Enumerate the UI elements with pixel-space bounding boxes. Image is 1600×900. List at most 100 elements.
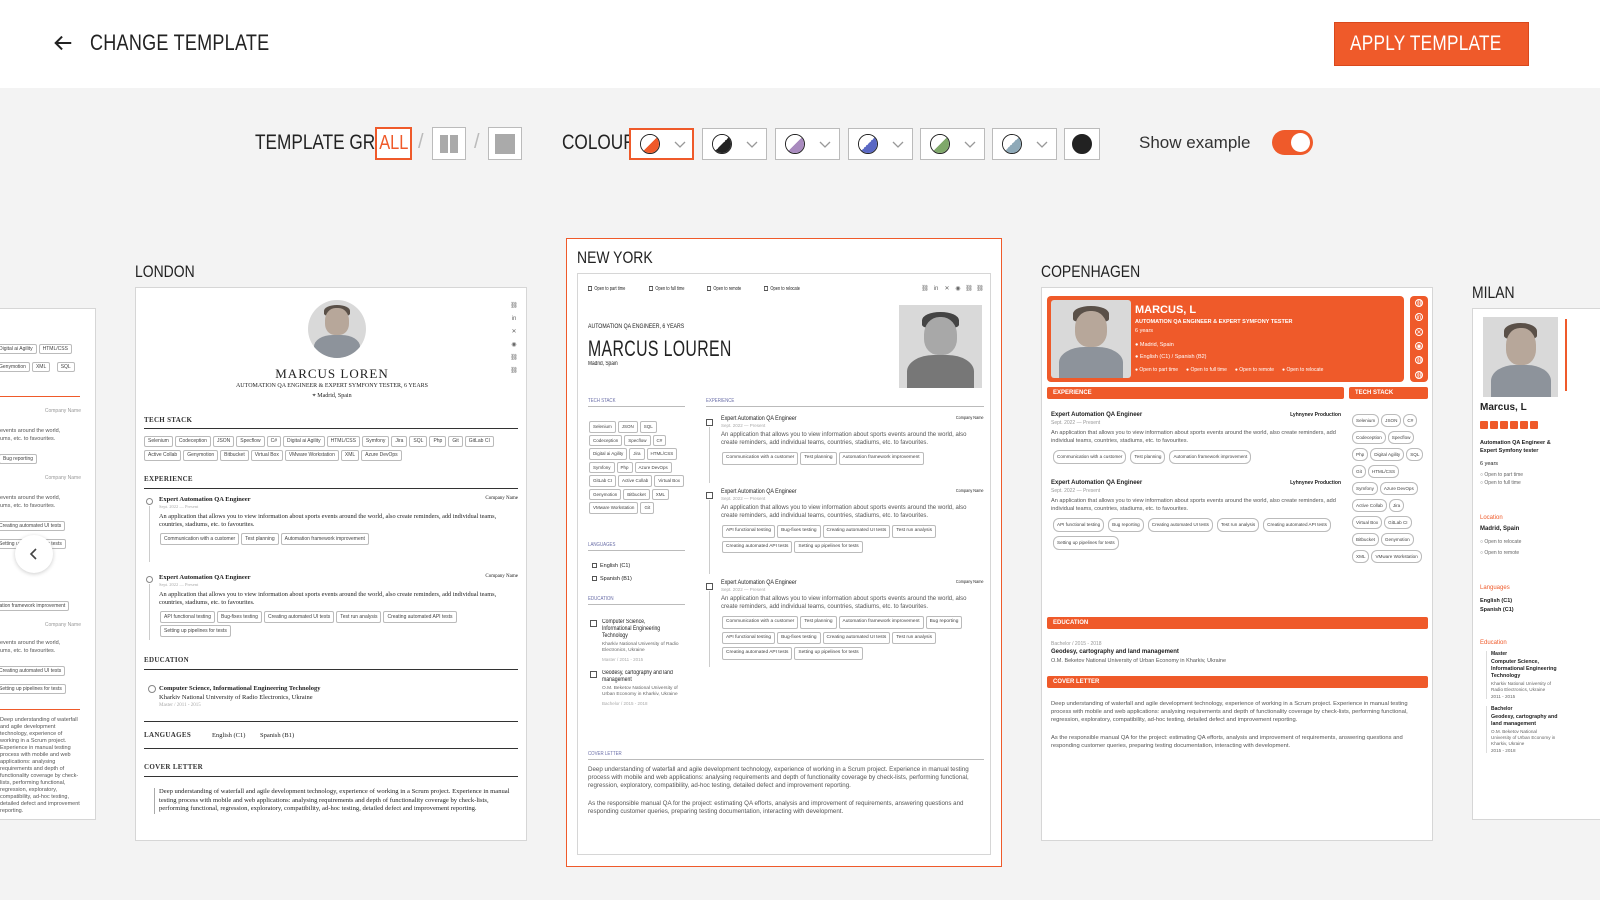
- language-item: English (C1): [1480, 598, 1513, 604]
- x-icon: ✕: [1415, 327, 1423, 336]
- section-title: EXPERIENCE: [706, 398, 735, 404]
- colour-swatch-3[interactable]: [775, 128, 840, 160]
- template-preview-milan[interactable]: Marcus, L Automation QA Engineer & Exper…: [1472, 308, 1600, 820]
- grid-option-all[interactable]: ALL: [375, 127, 412, 160]
- partial-desc: events around the world, ums, etc. to fav…: [0, 640, 61, 654]
- partial-desc: events around the world, ums, etc. to fav…: [0, 428, 61, 442]
- job-description: An application that allows you to view i…: [721, 596, 967, 610]
- link-icon: ⛓: [510, 355, 518, 361]
- grid-option-two-column[interactable]: [432, 127, 466, 160]
- tech-tag: Active Collab: [618, 475, 653, 487]
- change-template-back-button[interactable]: CHANGE TEMPLATE: [52, 30, 309, 56]
- company-name: Company Name: [44, 408, 81, 414]
- language-item: Spanish (B1): [260, 732, 295, 739]
- apply-template-button[interactable]: APPLY TEMPLATE: [1334, 22, 1529, 66]
- edu-degree: Computer Science, Informational Engineer…: [1491, 659, 1557, 679]
- person-name: Marcus, L: [1480, 402, 1527, 413]
- section-title: COVER LETTER: [144, 763, 204, 771]
- skill-tag: Creating automated API tests: [1263, 518, 1331, 532]
- job-entry: Expert Automation QA Engineer Company Nam…: [144, 574, 518, 644]
- tech-tag: Php: [429, 436, 447, 447]
- social-links: [1480, 421, 1538, 429]
- tech-tag: Selenium: [589, 421, 616, 433]
- availability-checkboxes: Open to part time Open to full time Open t…: [588, 286, 809, 292]
- divider: [0, 709, 80, 710]
- tech-stack-tags: Selenium Codeception JSON Specflow C# Digital…: [143, 434, 518, 462]
- skill-tag: Communication with a customer: [160, 533, 240, 545]
- show-example-toggle[interactable]: [1272, 130, 1313, 155]
- job-description: An application that allows you to view i…: [159, 513, 497, 528]
- experience-list: Expert Automation QA Engineer Company Nam…: [144, 496, 518, 656]
- edu-degree: Computer Science, Informational Engineer…: [159, 685, 321, 692]
- job-entry: Expert Automation QA Engineer Company Nam…: [706, 488, 984, 576]
- colour-swatch-2[interactable]: [702, 128, 767, 160]
- github-icon: [1510, 421, 1518, 429]
- divider: [588, 406, 685, 407]
- chevron-down-icon: [892, 141, 904, 148]
- template-name-london: LONDON: [135, 262, 195, 281]
- divider: [588, 759, 984, 760]
- grid-option-single[interactable]: [488, 127, 522, 160]
- divider: [144, 669, 518, 670]
- previous-template-button[interactable]: [15, 535, 53, 573]
- job-date: Sept. 2022 — Present: [721, 496, 766, 501]
- skill-tag: Bug reporting: [1108, 518, 1144, 532]
- edu-years: 2015 - 2018: [1491, 748, 1516, 753]
- availability-options: ● Open to part time ● Open to full time ● …: [1135, 367, 1323, 373]
- show-example-label: Show example: [1139, 133, 1251, 152]
- template-preview-london[interactable]: ⛓ in ✕ ◉ ⛓ ⛓ MARCUS LOREN AUTOMATION QA ENGIN…: [135, 287, 527, 841]
- language-item: Spanish (C1): [1480, 607, 1514, 613]
- skill-tag: Creating automated UI tests: [822, 525, 891, 538]
- person-name: MARCUS LOUREN: [588, 336, 732, 361]
- divider: [144, 721, 518, 722]
- edu-entry: Computer Science, Informational Engineer…: [590, 619, 688, 662]
- section-bar: COVER LETTER: [1047, 676, 1428, 688]
- skill-tag: Creating automated UI tests: [1147, 518, 1213, 532]
- skill-tag: Test planning: [241, 533, 279, 545]
- tech-tag: Php: [616, 461, 633, 473]
- section-title: LANGUAGES: [144, 731, 192, 739]
- availability-option: ○ Open to relocate: [1480, 539, 1522, 545]
- job-title: Expert Automation QA Engineer: [721, 415, 797, 422]
- colour-swatch-4[interactable]: [848, 128, 913, 160]
- template-grid-label: TEMPLATE GRID: [255, 131, 393, 154]
- skill-tag: Test planning: [800, 452, 837, 465]
- skill-tag: Setting up pipelines for tests: [794, 647, 863, 660]
- template-preview-copenhagen[interactable]: MARCUS, L AUTOMATION QA ENGINEER & EXPER…: [1041, 287, 1433, 841]
- skill-tag: API functional testing: [1053, 518, 1105, 532]
- tech-tag: C#: [266, 436, 281, 447]
- colour-swatch-7[interactable]: [1064, 128, 1100, 160]
- edu-school: O.M. Beketov National University of Urba…: [1491, 729, 1556, 746]
- tech-tag: VMware Workstation: [284, 450, 339, 461]
- template-card-new-york-selected[interactable]: NEW YORK Open to part time Open to full t…: [566, 238, 1002, 867]
- github-icon: ◉: [511, 342, 517, 348]
- availability-options: ○ Open to relocate ○ Open to remote: [1480, 537, 1521, 559]
- language-item: Spanish (B1): [592, 576, 632, 582]
- partial-tags-5: Creating automated UI tests Setting up pi…: [0, 659, 67, 695]
- profile-photo: [308, 300, 366, 358]
- skill-tag: Test planning: [1130, 450, 1166, 464]
- availability-options: ○ Open to part time ○ Open to full time: [1480, 471, 1523, 487]
- tech-tag: Bitbucket: [1352, 533, 1379, 546]
- toggle-knob: [1291, 133, 1310, 152]
- template-preview-new-york[interactable]: Open to part time Open to full time Open t…: [577, 273, 991, 855]
- tech-tag: VMware Workstation: [1371, 550, 1422, 563]
- colour-label: COLOUR: [562, 131, 636, 154]
- partial-cover: Deep understanding of waterfall and agil…: [0, 717, 80, 814]
- tag: XML: [31, 362, 51, 372]
- job-title: Expert Automation QA Engineer: [721, 488, 797, 495]
- skill-tags: Communication with a customer Test planni…: [721, 450, 984, 466]
- edu-meta: Bachelor / 2015 - 2018: [1051, 641, 1102, 647]
- timeline-line: [149, 584, 150, 640]
- x-icon: [1500, 421, 1508, 429]
- colour-swatch-6[interactable]: [992, 128, 1057, 160]
- tech-tag: Specflow: [236, 436, 265, 447]
- colour-swatch-1[interactable]: [629, 128, 694, 160]
- skill-tag: Communication with a customer: [1053, 450, 1127, 464]
- github-icon: ◉: [955, 286, 961, 292]
- section-title: EDUCATION: [144, 656, 189, 664]
- colour-swatch-5[interactable]: [920, 128, 985, 160]
- partial-tags-2: Bug reporting: [0, 447, 38, 465]
- skill-tag: Automation framework improvement: [838, 616, 924, 629]
- link-icon: [1480, 421, 1488, 429]
